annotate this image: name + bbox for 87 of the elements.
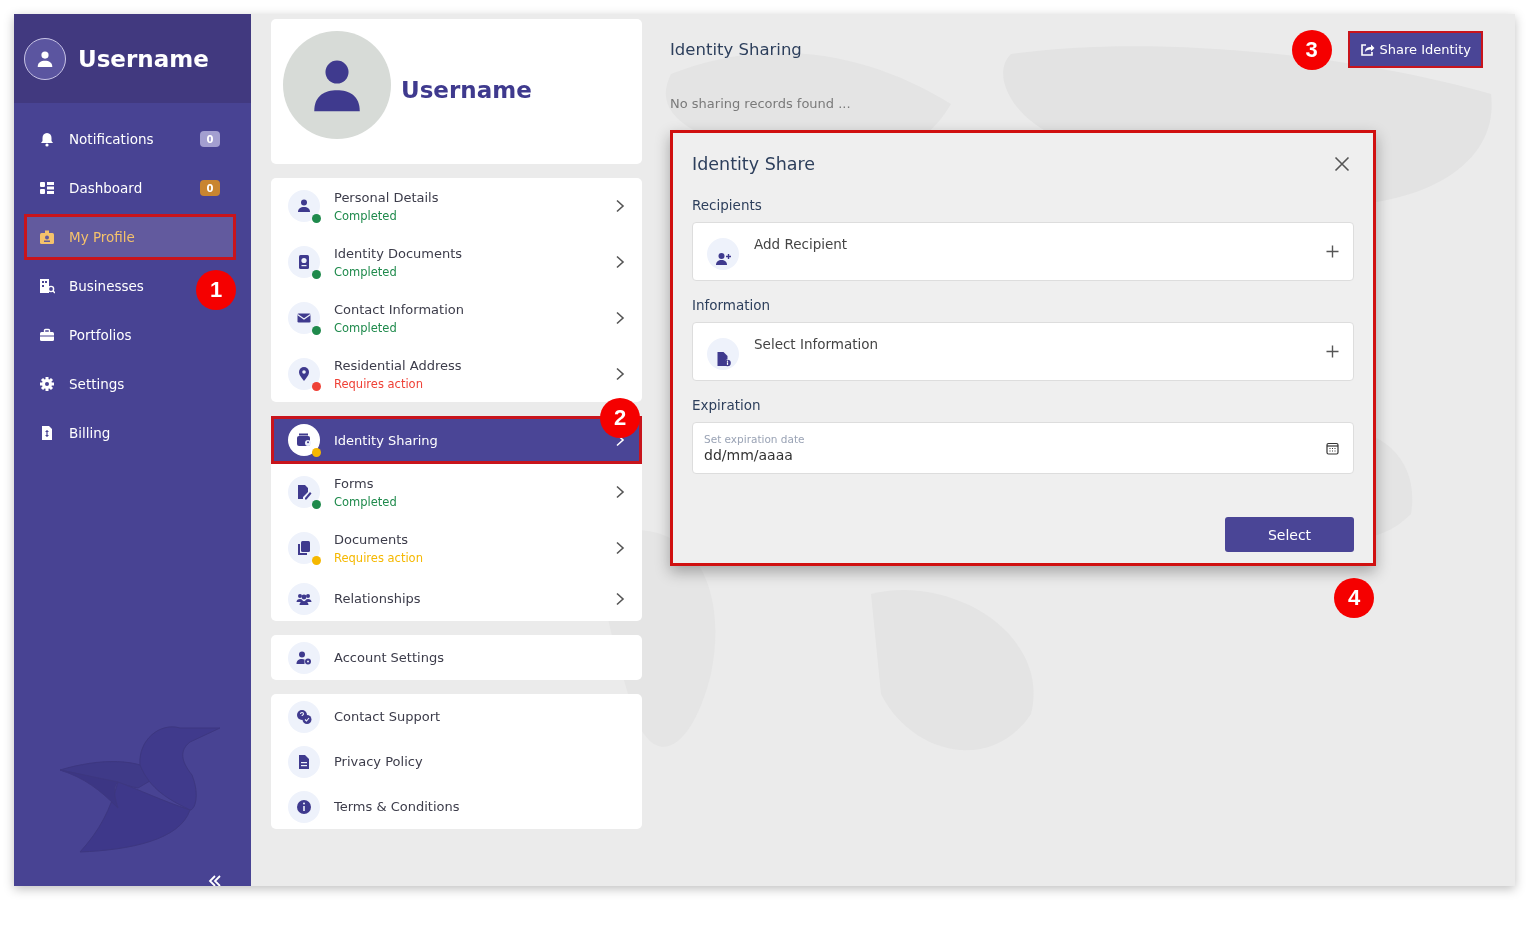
picker-field[interactable]: Add Recipient [692, 222, 1354, 281]
item-title: Contact Support [334, 709, 442, 724]
picker-field[interactable]: Select Information [692, 322, 1354, 381]
chevron-right-icon [615, 485, 625, 499]
close-icon [1334, 156, 1350, 172]
field-label: Information [692, 297, 772, 313]
sidebar-item[interactable]: Billing [24, 410, 126, 456]
sidebar-item[interactable]: Portfolios [24, 312, 147, 358]
menu-item[interactable]: Identity Documents Completed [271, 234, 642, 290]
share-icon [1359, 42, 1375, 57]
status-text: Requires action [334, 376, 424, 391]
callout-number: 1 [196, 270, 236, 310]
plus-icon [1326, 245, 1339, 258]
chevron-right-icon [615, 255, 625, 269]
chevron-right-icon [615, 541, 625, 555]
status-text: Completed [334, 494, 398, 509]
sidebar-item[interactable]: My Profile [24, 214, 236, 260]
status-text: Completed [334, 264, 398, 279]
document-icon [296, 753, 312, 770]
sidebar-item[interactable]: Businesses [24, 263, 159, 309]
double-chevron-left-icon [208, 874, 222, 886]
menu-item[interactable]: Documents Requires action [271, 520, 642, 576]
status-text: Completed [334, 320, 398, 335]
chat-question-icon [296, 708, 312, 725]
menu-item[interactable]: Contact Information Completed [271, 290, 642, 346]
empty-message: No sharing records found ... [670, 96, 852, 111]
item-title: Identity Sharing [334, 432, 439, 448]
field-label: Recipients [692, 197, 763, 213]
person-icon [36, 49, 54, 68]
select-button[interactable]: Select [1225, 517, 1354, 552]
settings-icon [39, 376, 55, 392]
item-title: Identity Documents [334, 245, 464, 261]
item-title: Terms & Conditions [334, 799, 461, 814]
item-title: Documents [334, 531, 410, 547]
user-gear-icon [296, 649, 312, 666]
menu-item[interactable]: Privacy Policy [271, 739, 642, 784]
file-pen-icon [296, 484, 312, 500]
profile-name: Username [401, 77, 532, 103]
copy-icon [296, 540, 312, 556]
item-title: Contact Information [334, 301, 465, 317]
item-title: Account Settings [334, 650, 445, 665]
menu-item[interactable]: Personal Details Completed [271, 178, 642, 234]
count-badge: 0 [200, 180, 220, 196]
bell-icon [39, 131, 55, 147]
sidebar-item[interactable]: Settings [24, 361, 140, 407]
field-label: Expiration [692, 397, 762, 413]
chevron-right-icon [615, 199, 625, 213]
building-search-icon [39, 278, 55, 294]
status-text: Completed [334, 208, 398, 223]
count-badge: 0 [200, 131, 220, 147]
sidebar-item[interactable]: Dashboard 0 [24, 165, 236, 211]
calendar-icon [1326, 441, 1339, 455]
chevron-right-icon [615, 367, 625, 381]
info-icon [296, 798, 312, 815]
passport-icon [296, 254, 312, 270]
plus-icon [1326, 345, 1339, 358]
picker-prompt: Select Information [754, 336, 880, 352]
chevron-right-icon [615, 591, 625, 606]
wallet-icon [296, 432, 312, 448]
floating-label: Set expiration date [704, 433, 806, 445]
dashboard-icon [39, 180, 55, 196]
briefcase-icon [39, 327, 55, 343]
username: Username [78, 45, 209, 72]
menu-item[interactable]: Forms Completed [271, 464, 642, 520]
status-text: Requires action [334, 550, 424, 565]
menu-item[interactable]: Relationships [271, 576, 642, 621]
item-title: Personal Details [334, 189, 440, 205]
person-icon [296, 198, 312, 214]
user-plus-icon [714, 250, 732, 267]
menu-item[interactable]: Terms & Conditions [271, 784, 642, 829]
chevron-right-icon [615, 311, 625, 325]
menu-item[interactable]: Account Settings [271, 635, 642, 680]
close-button[interactable] [1334, 156, 1350, 172]
share-identity-button[interactable]: Share Identity [1347, 31, 1483, 68]
menu-item[interactable]: Contact Support [271, 694, 642, 739]
collapse-button[interactable] [207, 873, 223, 886]
picker-prompt: Add Recipient [754, 236, 849, 252]
sidebar-item[interactable]: Notifications 0 [24, 116, 236, 162]
modal-title: Identity Share [692, 154, 816, 174]
item-title: Relationships [334, 591, 422, 606]
item-title: Forms [334, 475, 375, 491]
date-input[interactable]: dd/mm/aaaa [704, 447, 1004, 463]
page-title: Identity Sharing [670, 40, 802, 59]
item-title: Privacy Policy [334, 754, 424, 769]
location-pin-icon [296, 366, 312, 382]
id-badge-icon [39, 229, 55, 245]
item-title: Residential Address [334, 357, 463, 373]
